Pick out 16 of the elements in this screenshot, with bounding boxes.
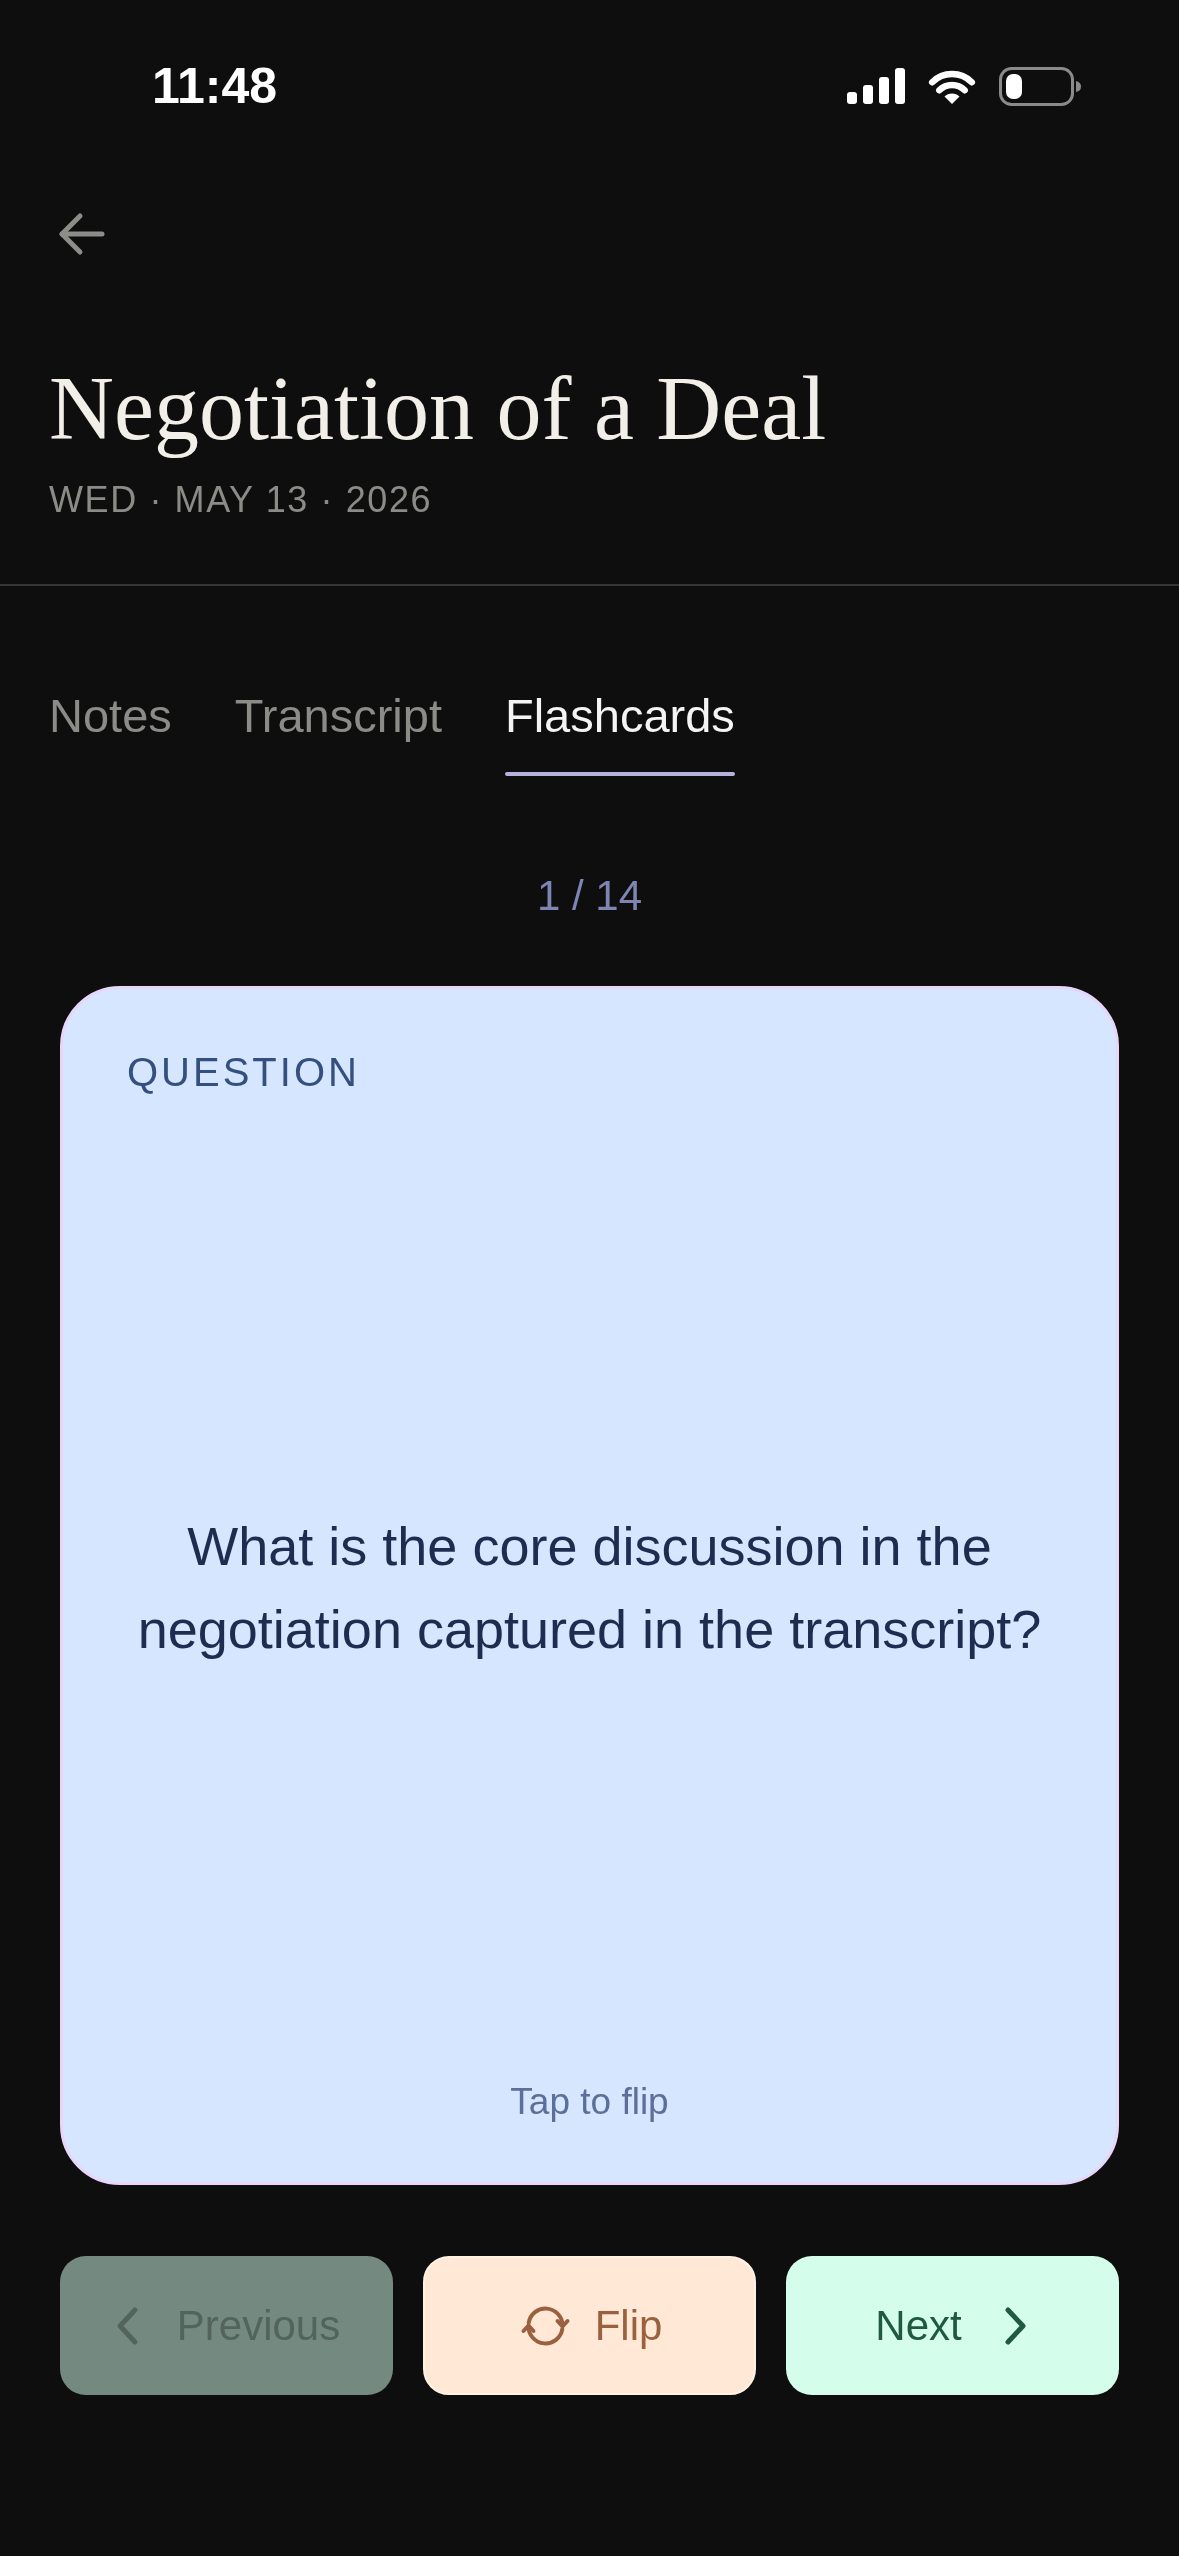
next-button[interactable]: Next <box>786 2256 1119 2395</box>
note-date: WED · MAY 13 · 2026 <box>49 478 433 521</box>
tab[interactable]: Transcript <box>234 688 442 776</box>
status-time: 11:48 <box>152 58 278 114</box>
tab[interactable]: Flashcards <box>504 688 735 776</box>
battery-icon <box>999 66 1081 106</box>
signal-icon <box>847 68 905 104</box>
question-text: What is the core discussion in the negotiation captured in the transcript? <box>136 1515 1043 1661</box>
note-title: Negotiation of a Deal <box>49 359 827 458</box>
card-counter: 1 / 14 <box>536 871 643 921</box>
wifi-icon <box>926 68 978 104</box>
tap-hint: Tap to flip <box>510 2080 669 2124</box>
card-side-label: QUESTION <box>127 1049 360 1096</box>
flip-button[interactable]: Flip <box>423 2256 756 2395</box>
tab[interactable]: Notes <box>49 688 172 776</box>
flashcard[interactable]: QUESTION What is the core discussion in the negotiation captured in the transcript? Tap to flip <box>60 986 1119 2185</box>
